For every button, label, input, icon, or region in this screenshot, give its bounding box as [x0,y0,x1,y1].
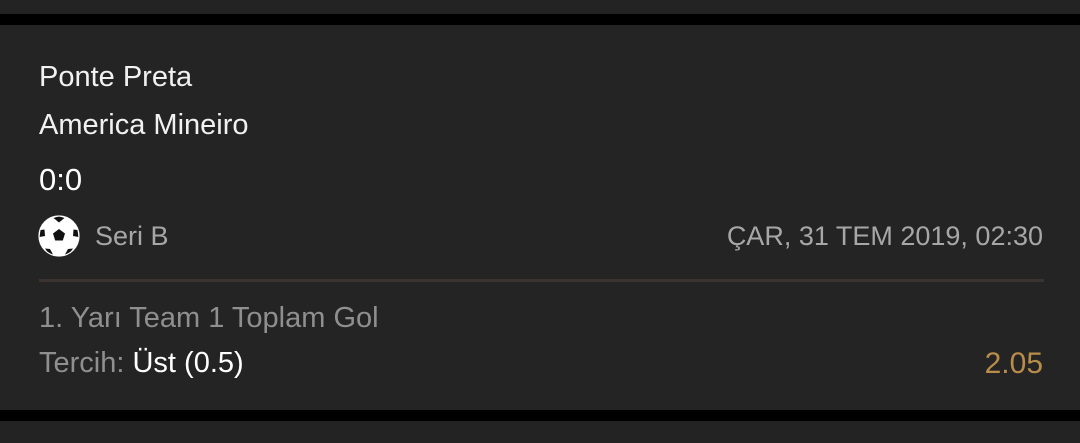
pick-label: Tercih: [39,347,133,379]
match-score: 0:0 [39,162,83,197]
bet-market: 1. Yarı Team 1 Toplam Gol [39,302,379,334]
pick-value: Üst (0.5) [132,347,244,379]
previous-card-edge [0,0,1080,14]
league-name: Seri B [95,221,169,251]
team-home: Ponte Preta [39,61,193,93]
bet-card[interactable]: Ponte Preta America Mineiro 0:0 Seri B Ç… [0,25,1080,410]
bet-odds: 2.05 [984,347,1043,380]
team-away: America Mineiro [39,109,249,141]
bet-pick: Tercih: Üst (0.5) [39,347,244,380]
divider [39,279,1044,282]
match-datetime: ÇAR, 31 TEM 2019, 02:30 [726,221,1043,251]
soccer-ball-icon [38,215,80,257]
next-card-edge [0,421,1080,443]
